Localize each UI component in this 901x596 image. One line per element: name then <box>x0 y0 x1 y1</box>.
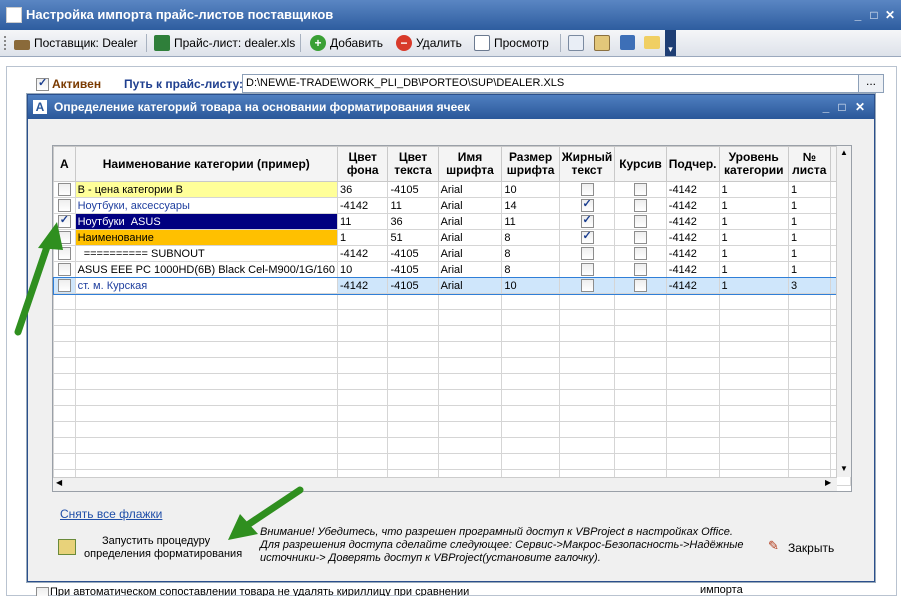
annotation-arrows <box>14 222 304 540</box>
annotation-arrow-bottom <box>228 486 304 540</box>
annotation-arrow-left <box>14 222 63 336</box>
